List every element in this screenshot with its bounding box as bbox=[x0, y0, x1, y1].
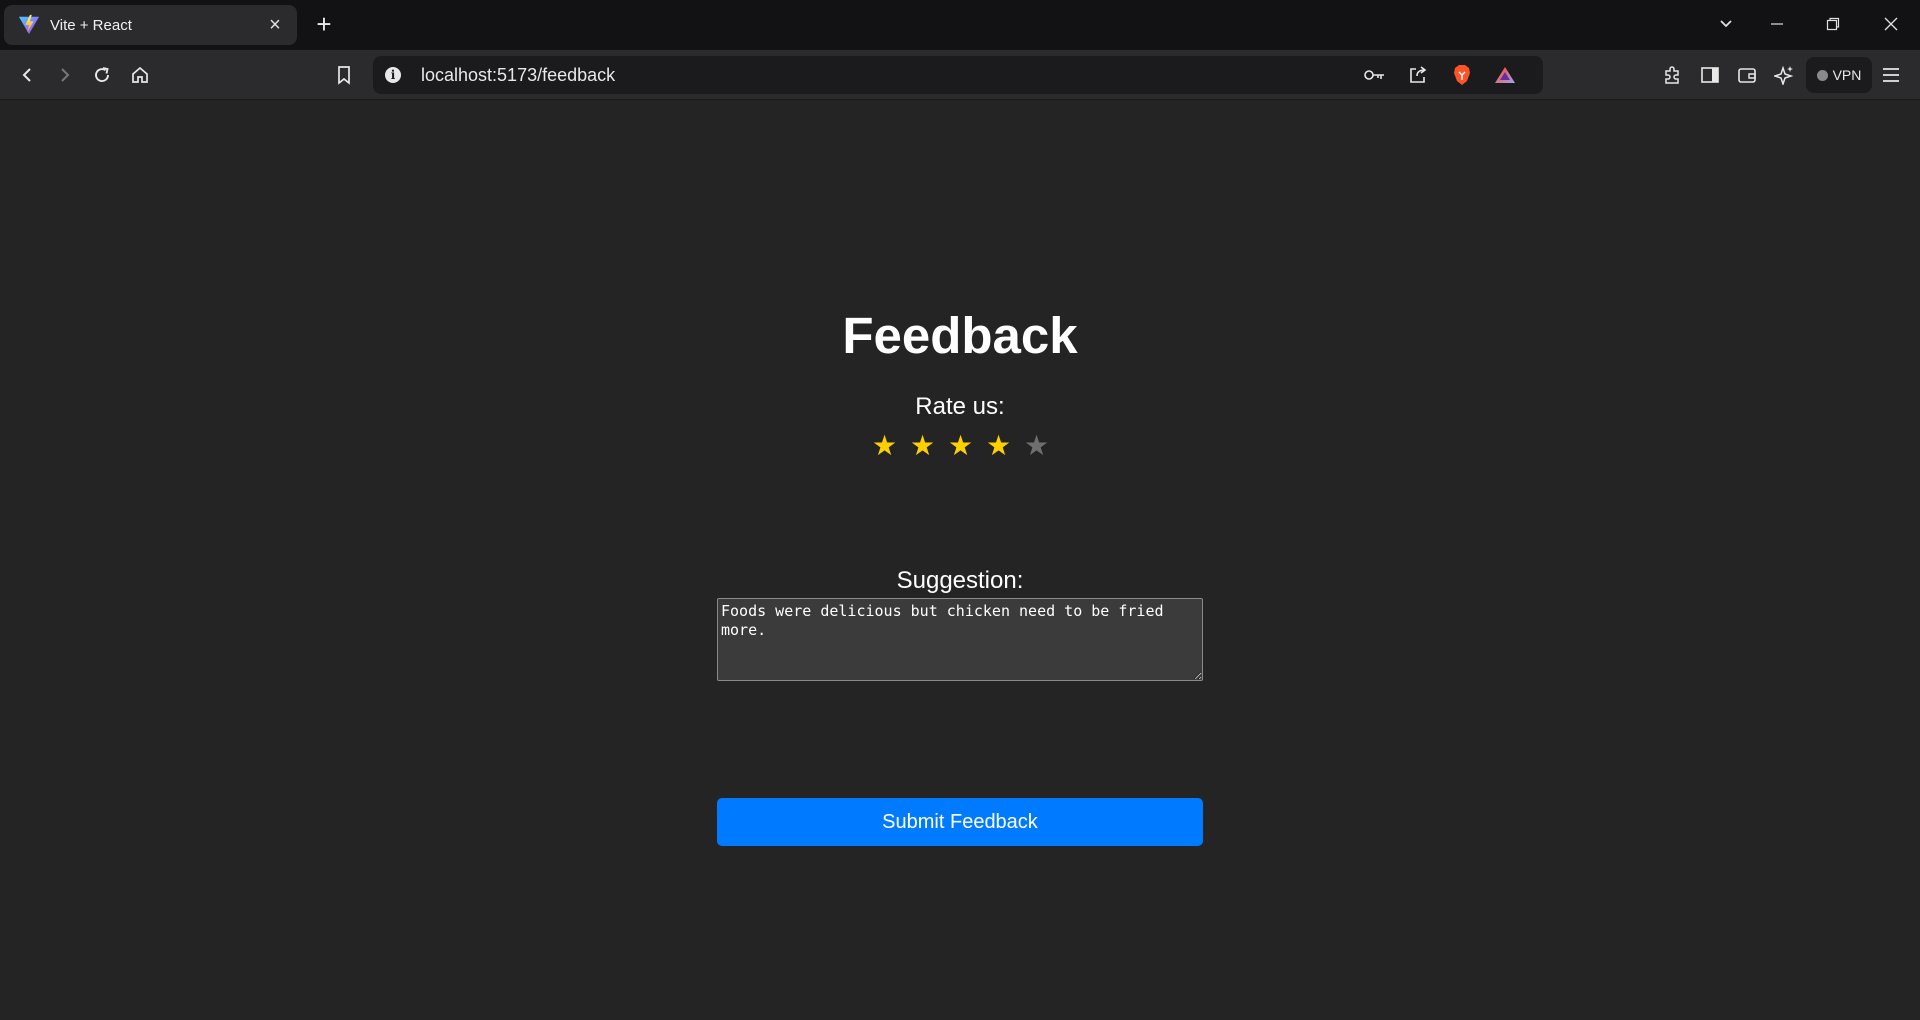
star-2-icon[interactable]: ★ bbox=[908, 429, 937, 463]
address-bar[interactable]: i localhost:5173/feedback bbox=[373, 56, 1543, 94]
browser-toolbar: i localhost:5173/feedback VPN bbox=[0, 50, 1920, 100]
vpn-status-icon bbox=[1816, 69, 1828, 81]
reload-icon[interactable] bbox=[89, 62, 115, 88]
page-title: Feedback bbox=[842, 307, 1078, 364]
site-info-icon[interactable]: i bbox=[385, 67, 401, 83]
restore-icon[interactable] bbox=[1819, 12, 1847, 38]
back-arrow-icon[interactable] bbox=[14, 62, 40, 88]
brave-shields-icon[interactable] bbox=[1450, 64, 1474, 86]
share-icon[interactable] bbox=[1406, 64, 1430, 86]
wallet-icon[interactable] bbox=[1734, 62, 1760, 88]
new-tab-button[interactable]: + bbox=[312, 11, 336, 37]
minimize-icon[interactable] bbox=[1763, 12, 1791, 38]
tab-close-icon[interactable]: × bbox=[265, 15, 285, 35]
home-icon[interactable] bbox=[127, 62, 153, 88]
close-window-icon[interactable] bbox=[1877, 12, 1905, 38]
browser-tab[interactable]: Vite + React × bbox=[4, 5, 297, 45]
password-key-icon[interactable] bbox=[1363, 64, 1387, 86]
url-text[interactable]: localhost:5173/feedback bbox=[421, 65, 615, 86]
sidebar-icon[interactable] bbox=[1697, 62, 1723, 88]
submit-feedback-button[interactable]: Submit Feedback bbox=[717, 798, 1203, 846]
suggestion-textarea[interactable]: Foods were delicious but chicken need to… bbox=[717, 598, 1203, 681]
star-rating: ★ ★ ★ ★ ★ bbox=[870, 429, 1051, 463]
brave-rewards-icon[interactable] bbox=[1493, 64, 1517, 86]
vpn-button[interactable]: VPN bbox=[1806, 57, 1872, 93]
star-1-icon[interactable]: ★ bbox=[870, 429, 899, 463]
extensions-puzzle-icon[interactable] bbox=[1659, 62, 1685, 88]
vpn-label: VPN bbox=[1832, 67, 1862, 83]
star-3-icon[interactable]: ★ bbox=[946, 429, 975, 463]
menu-hamburger-icon[interactable] bbox=[1878, 62, 1904, 88]
forward-arrow-icon[interactable] bbox=[52, 62, 78, 88]
rate-us-label: Rate us: bbox=[915, 393, 1005, 420]
tab-list-chevron-icon[interactable] bbox=[1712, 12, 1740, 38]
tab-strip: Vite + React × + bbox=[0, 0, 1920, 50]
star-5-icon[interactable]: ★ bbox=[1022, 429, 1051, 463]
vite-logo-icon bbox=[18, 14, 40, 35]
suggestion-label: Suggestion: bbox=[896, 567, 1024, 594]
feedback-page: Feedback Rate us: ★ ★ ★ ★ ★ Suggestion: Food… bbox=[0, 101, 1920, 1020]
leo-ai-icon[interactable] bbox=[1771, 62, 1797, 88]
tab-title: Vite + React bbox=[50, 16, 132, 34]
bookmark-icon[interactable] bbox=[331, 62, 357, 88]
star-4-icon[interactable]: ★ bbox=[984, 429, 1013, 463]
